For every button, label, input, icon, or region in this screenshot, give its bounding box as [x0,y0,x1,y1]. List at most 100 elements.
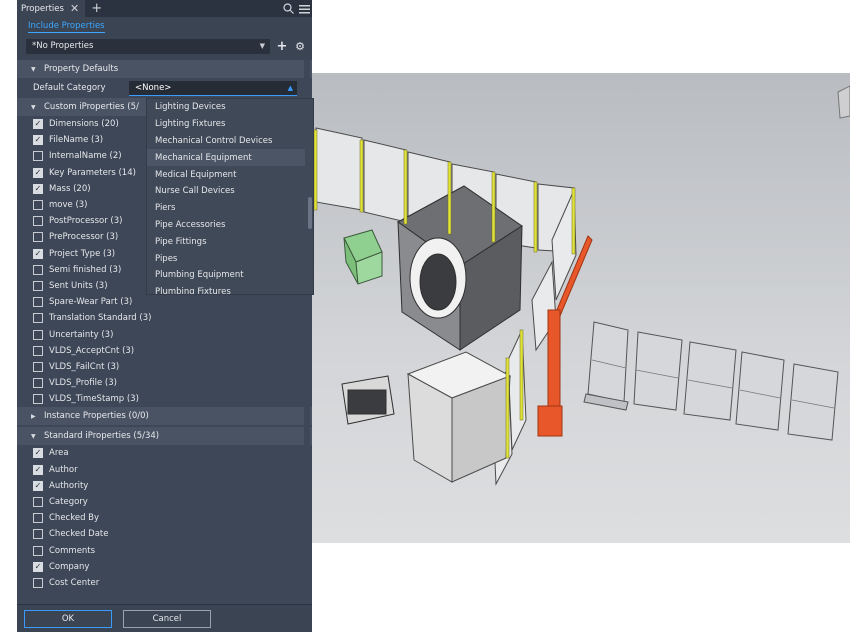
property-checkbox-row[interactable]: ✓ Author [17,462,312,478]
checkbox-unchecked-icon[interactable] [33,497,43,508]
property-label: VLDS_TimeStamp (3) [49,394,139,405]
checkbox-unchecked-icon[interactable] [33,329,43,340]
checkbox-checked-icon[interactable]: ✓ [33,448,43,459]
dropdown-option[interactable]: Pipe Fittings [147,233,313,250]
close-icon[interactable]: ✕ [70,2,79,15]
dropdown-option[interactable]: Nurse Call Devices [147,183,313,200]
property-label: move (3) [49,200,88,211]
dropdown-option[interactable]: Lighting Devices [147,99,313,116]
dropdown-option[interactable]: Piers [147,200,313,217]
property-checkbox-row[interactable]: Checked By [17,510,312,526]
dropdown-option[interactable]: Pipes [147,250,313,267]
checkbox-unchecked-icon[interactable] [33,545,43,556]
include-row: Include Properties [17,17,312,36]
add-icon[interactable]: + [276,39,288,54]
property-checkbox-row[interactable]: Comments [17,543,312,559]
checkbox-unchecked-icon[interactable] [33,361,43,372]
dropdown-scrollbar-thumb[interactable] [308,197,312,229]
property-checkbox-row[interactable]: VLDS_Profile (3) [17,375,312,391]
add-tab-icon[interactable]: + [91,1,102,16]
ok-button[interactable]: OK [24,609,112,628]
checkbox-unchecked-icon[interactable] [33,378,43,389]
preset-value: *No Properties [32,41,94,51]
checkbox-checked-icon[interactable]: ✓ [33,167,43,178]
checkbox-checked-icon[interactable]: ✓ [33,464,43,475]
dropdown-option[interactable]: Plumbing Fixtures [147,284,313,294]
property-checkbox-row[interactable]: Checked Date [17,526,312,542]
checkbox-unchecked-icon[interactable] [33,297,43,308]
property-label: Checked Date [49,529,109,540]
checkbox-checked-icon[interactable]: ✓ [33,119,43,130]
property-label: Checked By [49,513,100,524]
property-label: Dimensions (20) [49,119,119,130]
property-checkbox-row[interactable]: VLDS_FailCnt (3) [17,359,312,375]
section-standard-iproperties[interactable]: ▼ Standard iProperties (5/34) [17,427,312,446]
cancel-button[interactable]: Cancel [123,609,211,628]
preset-select[interactable]: *No Properties ▼ [26,38,270,54]
properties-panel: Properties ✕ + Include Properties *No Pr… [17,0,314,632]
dropdown-option[interactable]: Medical Equipment [147,166,313,183]
section-instance-properties[interactable]: ▶ Instance Properties (0/0) [17,407,312,426]
checkbox-unchecked-icon[interactable] [33,280,43,291]
checkbox-checked-icon[interactable]: ✓ [33,248,43,259]
property-label: Spare-Wear Part (3) [49,297,133,308]
checkbox-unchecked-icon[interactable] [33,394,43,405]
checkbox-checked-icon[interactable]: ✓ [33,480,43,491]
property-label: Key Parameters (14) [49,167,136,178]
checkbox-unchecked-icon[interactable] [33,529,43,540]
checkbox-unchecked-icon[interactable] [33,232,43,243]
property-checkbox-row[interactable]: VLDS_AcceptCnt (3) [17,343,312,359]
dropdown-option[interactable]: Pipe Accessories [147,217,313,234]
checkbox-unchecked-icon[interactable] [33,200,43,211]
checkbox-unchecked-icon[interactable] [33,577,43,588]
preset-row: *No Properties ▼ + ⚙ [17,36,312,56]
checkbox-checked-icon[interactable]: ✓ [33,135,43,146]
dropdown-option[interactable]: Mechanical Control Devices [147,133,313,150]
property-label: Project Type (3) [49,248,116,259]
dropdown-option[interactable]: Lighting Fixtures [147,116,313,133]
property-label: Cost Center [49,577,100,588]
tab-properties[interactable]: Properties ✕ [17,0,86,17]
expand-triangle-icon: ▼ [31,432,36,440]
dropdown-options: Lighting Devices Lighting Fixtures Mechani… [147,99,313,294]
property-checkbox-row[interactable]: Cost Center [17,575,312,591]
checkbox-unchecked-icon[interactable] [33,216,43,227]
property-checkbox-row[interactable]: Translation Standard (3) [17,310,312,326]
checkbox-unchecked-icon[interactable] [33,513,43,524]
dropdown-option[interactable]: Mechanical Equipment [147,149,305,167]
property-label: PostProcessor (3) [49,216,123,227]
property-checkbox-row[interactable]: ✓ Area [17,445,312,461]
search-icon[interactable] [280,0,296,17]
property-label: Translation Standard (3) [49,313,152,324]
property-checkbox-row[interactable]: Uncertainty (3) [17,326,312,342]
property-label: Semi finished (3) [49,264,122,275]
menu-icon[interactable] [296,0,312,17]
checkbox-unchecked-icon[interactable] [33,345,43,356]
property-label: Author [49,464,78,475]
include-properties-link[interactable]: Include Properties [28,21,105,33]
default-category-value: <None> [135,82,172,93]
checkbox-unchecked-icon[interactable] [33,151,43,162]
property-checkbox-row[interactable]: Spare-Wear Part (3) [17,294,312,310]
white-cabinet [406,351,512,483]
property-label: Authority [49,480,89,491]
gear-icon[interactable]: ⚙ [294,40,306,53]
checkbox-unchecked-icon[interactable] [33,264,43,275]
dropdown-option[interactable]: Plumbing Equipment [147,267,313,284]
chevron-down-icon: ▼ [259,42,265,50]
category-dropdown[interactable]: Lighting Devices Lighting Fixtures Mechani… [146,98,314,295]
default-category-select[interactable]: <None> ▲ [129,80,297,96]
checkbox-checked-icon[interactable]: ✓ [33,183,43,194]
property-checkbox-row[interactable]: ✓ Company [17,559,312,575]
standard-items: ✓ Area ✓ Author ✓ Authority Category Checked By… [17,445,312,591]
section-label: Property Defaults [44,64,119,74]
section-property-defaults[interactable]: ▼ Property Defaults [17,60,312,78]
property-checkbox-row[interactable]: ✓ Authority [17,478,312,494]
checkbox-unchecked-icon[interactable] [33,313,43,324]
checkbox-checked-icon[interactable]: ✓ [33,561,43,572]
panel-titlebar: Properties ✕ + [17,0,312,17]
property-checkbox-row[interactable]: Category [17,494,312,510]
property-checkbox-row[interactable]: VLDS_TimeStamp (3) [17,391,312,407]
property-label: VLDS_FailCnt (3) [49,361,120,372]
gray-object [837,85,850,119]
